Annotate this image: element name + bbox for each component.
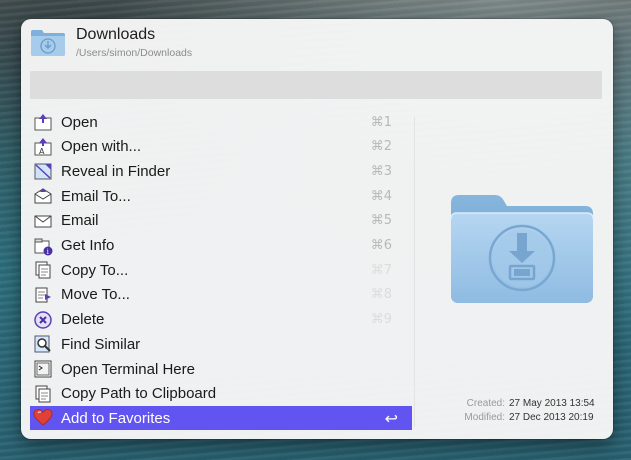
search-input[interactable] xyxy=(30,71,602,99)
action-add-to-favorites[interactable]: Add to Favorites ↩ xyxy=(30,406,412,431)
action-reveal-in-finder[interactable]: Reveal in Finder ⌘3 xyxy=(30,159,412,183)
reveal-icon xyxy=(33,161,53,181)
action-email-to[interactable]: Email To... ⌘4 xyxy=(30,184,412,208)
action-open[interactable]: Open ⌘1 xyxy=(30,110,412,134)
header: Downloads /Users/simon/Downloads xyxy=(21,19,613,69)
open-with-icon: A xyxy=(33,137,53,157)
action-move-to[interactable]: Move To... ⌘8 xyxy=(30,283,412,307)
launcher-panel: Downloads /Users/simon/Downloads Open ⌘1… xyxy=(21,19,613,439)
action-copy-to[interactable]: Copy To... ⌘7 xyxy=(30,258,412,282)
copy-path-icon xyxy=(33,384,53,404)
created-value: 27 May 2013 13:54 xyxy=(509,398,595,409)
modified-label: Modified: xyxy=(464,412,505,423)
return-key-icon: ↩ xyxy=(384,408,398,428)
downloads-folder-icon xyxy=(31,30,65,56)
delete-icon xyxy=(33,310,53,330)
action-delete[interactable]: Delete ⌘9 xyxy=(30,308,412,332)
action-open-terminal-here[interactable]: Open Terminal Here xyxy=(30,357,412,381)
action-open-with[interactable]: A Open with... ⌘2 xyxy=(30,135,412,159)
action-email[interactable]: Email ⌘5 xyxy=(30,209,412,233)
copy-icon xyxy=(33,260,53,280)
action-get-info[interactable]: i Get Info ⌘6 xyxy=(30,234,412,258)
created-label: Created: xyxy=(466,398,505,409)
terminal-icon xyxy=(33,359,53,379)
folder-path: /Users/simon/Downloads xyxy=(76,47,193,59)
svg-text:A: A xyxy=(39,147,45,156)
pane-divider xyxy=(414,117,415,427)
downloads-folder-preview-icon xyxy=(450,195,594,303)
email-icon xyxy=(33,211,53,231)
info-icon: i xyxy=(33,236,53,256)
modified-value: 27 Dec 2013 20:19 xyxy=(509,412,594,423)
action-copy-path[interactable]: Copy Path to Clipboard xyxy=(30,382,412,406)
heart-icon xyxy=(33,408,53,428)
folder-title: Downloads xyxy=(76,26,156,43)
action-find-similar[interactable]: Find Similar xyxy=(30,332,412,356)
email-to-icon xyxy=(33,186,53,206)
find-similar-icon xyxy=(33,334,53,354)
action-list: Open ⌘1 A Open with... ⌘2 Reveal in Find… xyxy=(30,110,412,432)
file-metadata: Created: 27 May 2013 13:54 Modified: 27 … xyxy=(421,397,606,425)
open-icon xyxy=(33,112,53,132)
move-icon xyxy=(33,285,53,305)
